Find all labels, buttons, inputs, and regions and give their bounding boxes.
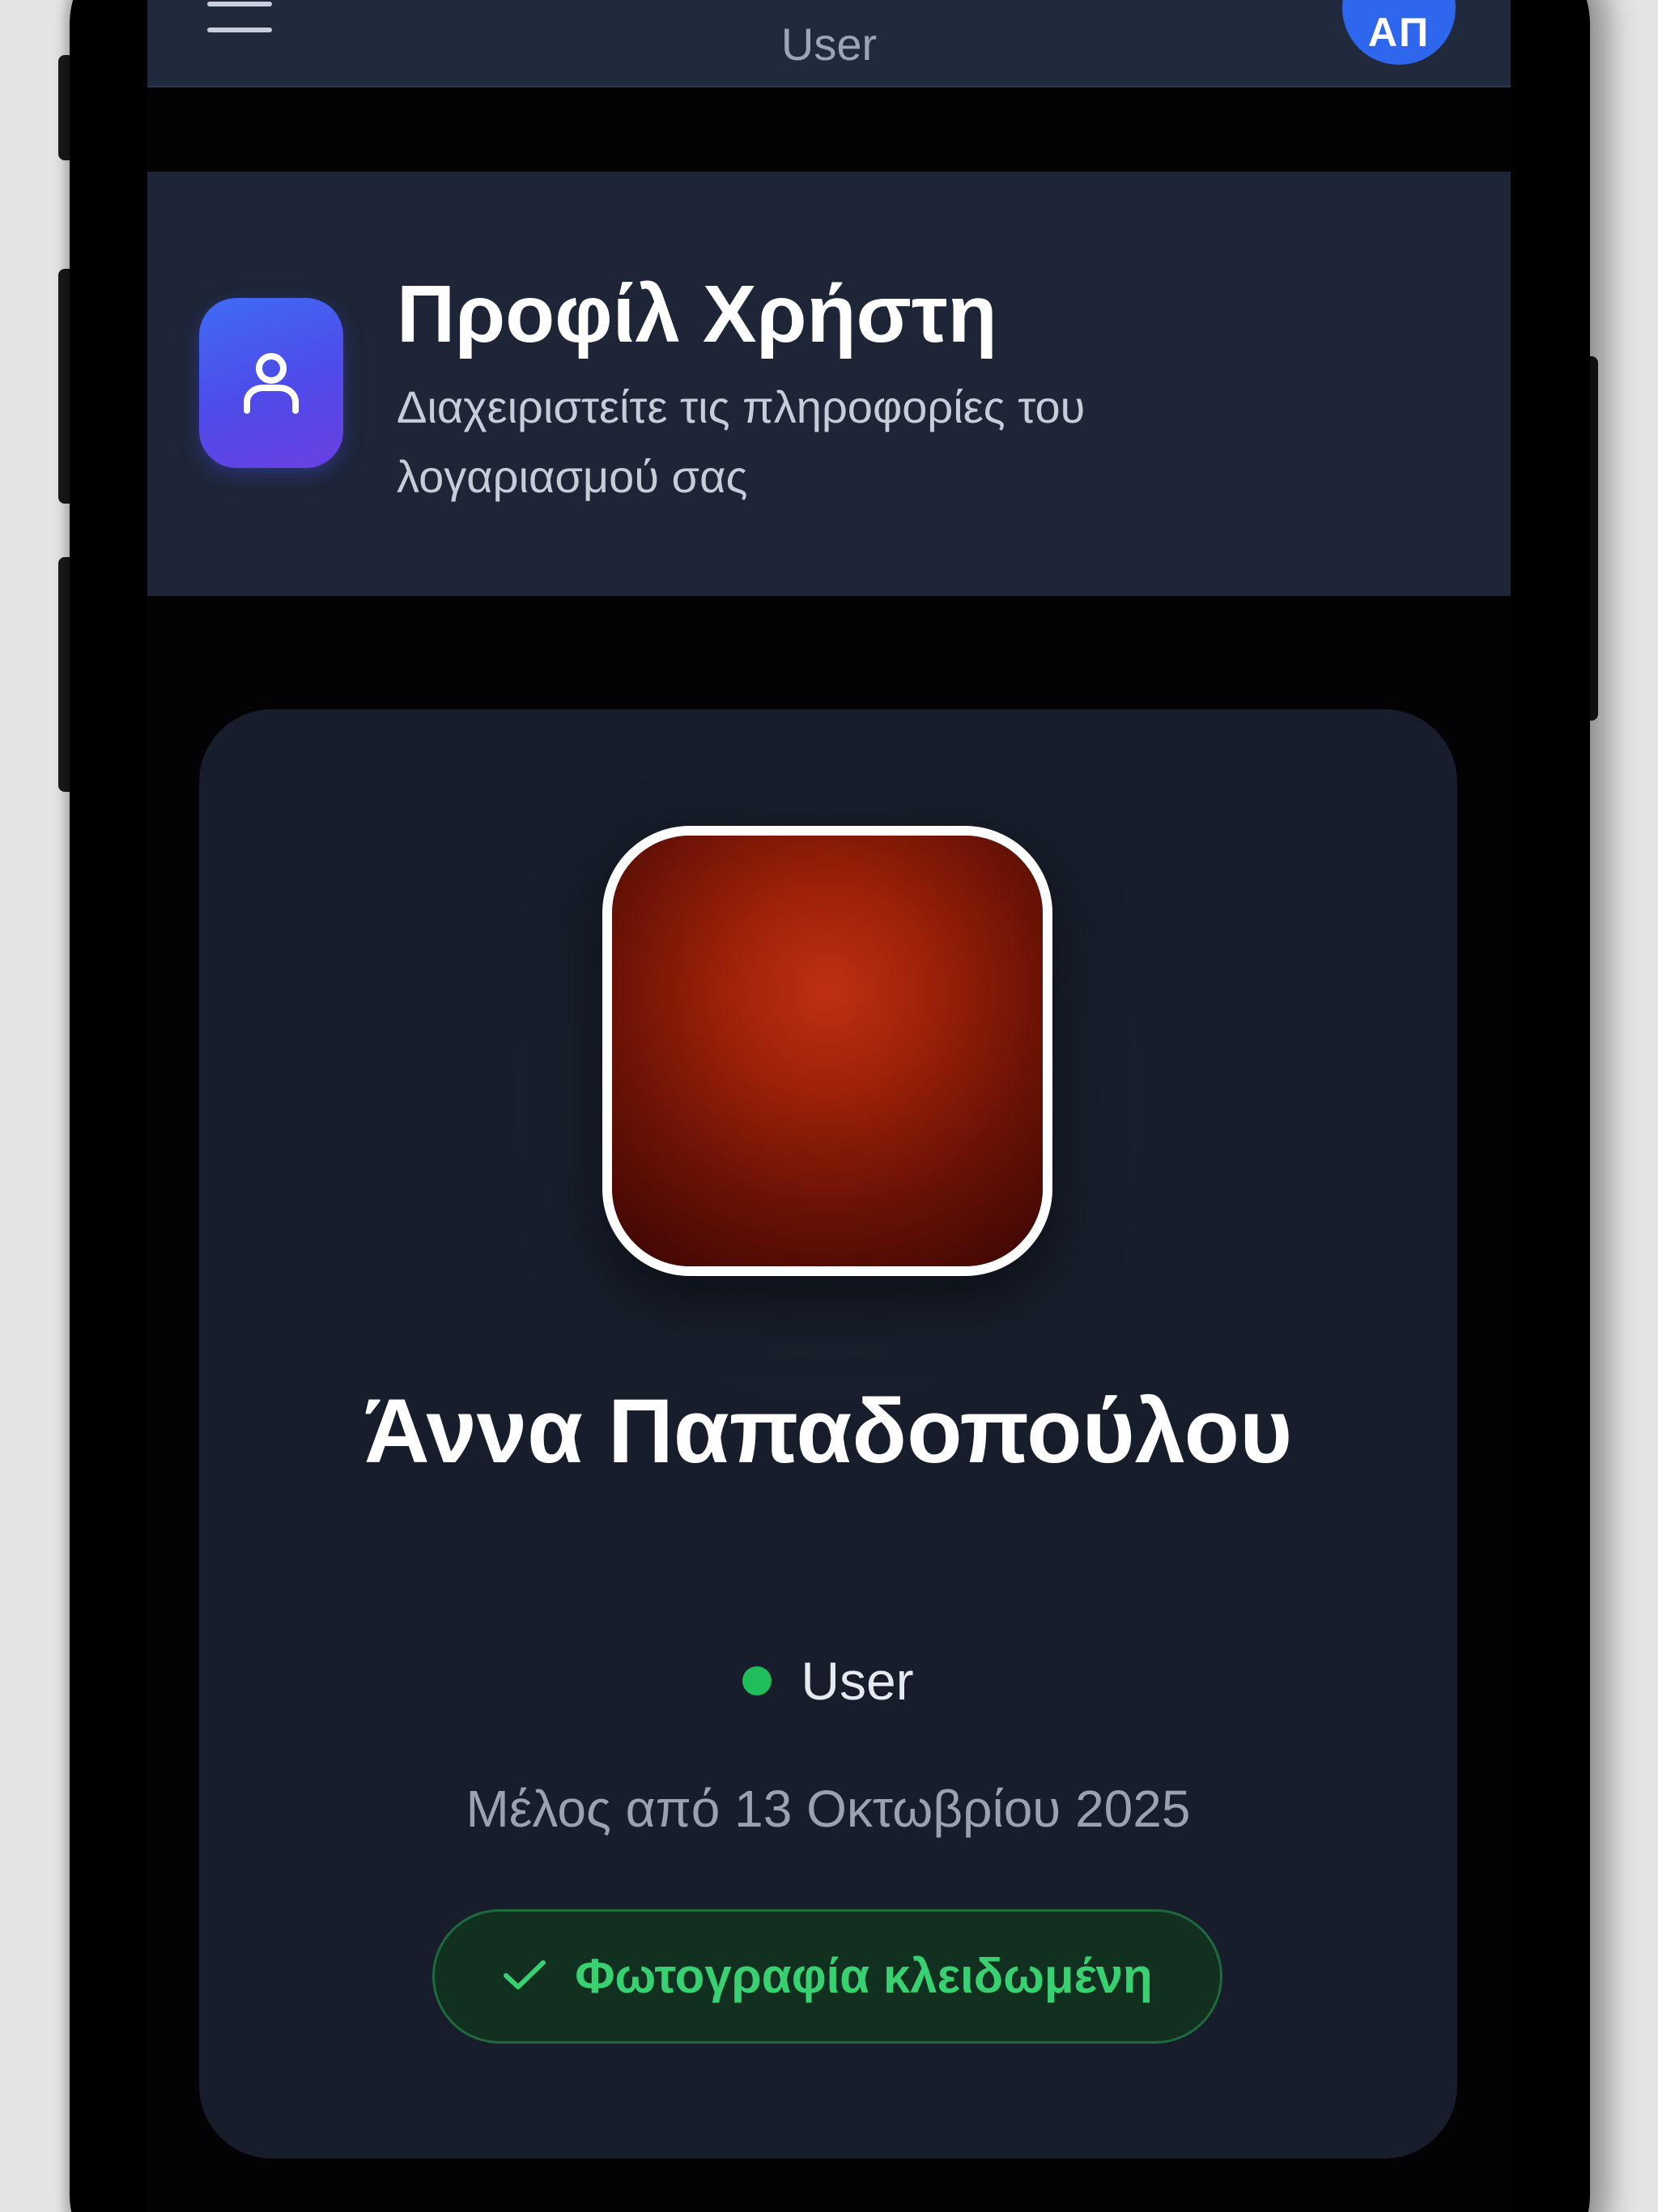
top-navigation-bar: User ΑΠ	[147, 0, 1511, 87]
member-since: Μέλος από 13 Οκτωβρίου 2025	[466, 1780, 1191, 1838]
profile-card: Άννα Παπαδοπούλου User Μέλος από 13 Οκτω…	[199, 709, 1457, 2159]
user-role: User	[801, 1651, 914, 1711]
topbar-title: User	[780, 19, 878, 70]
page-title: Προφίλ Χρήστη	[397, 269, 997, 359]
device-background: User ΑΠ Προφίλ Χρήστη Διαχειριστείτε τις…	[0, 0, 1658, 2212]
page-header-card: Προφίλ Χρήστη Διαχειριστείτε τις πληροφο…	[147, 172, 1511, 596]
check-icon	[504, 1960, 546, 1990]
status-dot-icon	[742, 1665, 772, 1695]
app-screen: User ΑΠ Προφίλ Χρήστη Διαχειριστείτε τις…	[147, 0, 1511, 2212]
page-subtitle: Διαχειριστείτε τις πληροφορίες του λογαρ…	[397, 381, 1086, 502]
role-row: User	[199, 1648, 1457, 1713]
profile-photo[interactable]	[602, 826, 1052, 1276]
photo-locked-label: Φωτογραφία κλειδωμένη	[575, 1949, 1153, 2003]
user-icon	[199, 298, 343, 468]
user-name: Άννα Παπαδοπούλου	[363, 1380, 1293, 1482]
photo-locked-badge: Φωτογραφία κλειδωμένη	[432, 1909, 1222, 2044]
profile-photo-image	[612, 836, 1043, 1266]
